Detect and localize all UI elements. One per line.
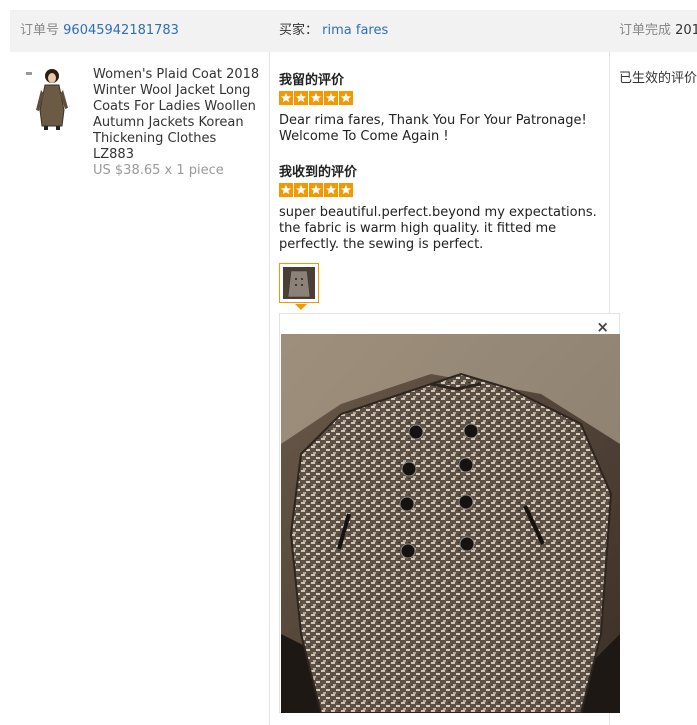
star-icon [294,91,308,105]
order-number-link[interactable]: 96045942181783 [63,23,179,38]
column-divider [269,52,270,725]
received-review-title: 我收到的评价 [279,165,358,180]
thumbnail-pointer [295,304,307,310]
order-number-group: 订单号 96045942181783 [20,10,179,52]
my-review-title: 我留的评价 [279,73,345,88]
review-photo-thumbnail[interactable] [279,263,319,303]
star-icon [339,183,353,197]
buyer-name-link[interactable]: rima fares [322,23,388,38]
star-icon [279,91,293,105]
buyer-group: 买家： rima fares [279,10,388,52]
star-icon [294,183,308,197]
star-icon [279,183,293,197]
buyer-label: 买家： [279,23,319,38]
product-title[interactable]: Women's Plaid Coat 2018 Winter Wool Jack… [93,67,261,163]
order-number-label: 订单号 [20,23,60,38]
order-status-group: 订单完成 201 [619,10,697,52]
order-header: 订单号 96045942181783 买家： rima fares 订单完成 2… [10,10,697,52]
product-price: US $38.65 x 1 piece [93,163,224,178]
review-photo-large [281,334,620,713]
star-icon [339,91,353,105]
my-review-stars [279,91,353,105]
star-icon [309,91,323,105]
received-review-text: super beautiful.perfect.beyond my expect… [279,205,597,252]
product-thumbnail[interactable] [24,68,74,130]
close-icon[interactable]: × [596,319,609,335]
order-status-value: 201 [675,23,697,38]
star-icon [324,91,338,105]
photo-viewer: × [279,313,620,713]
my-review-text: Dear rima fares, Thank You For Your Patr… [279,113,587,144]
received-review-stars [279,183,353,197]
star-icon [309,183,323,197]
coat-photo-icon [283,267,315,299]
star-icon [324,183,338,197]
review-photo-thumbnail-image [283,267,315,299]
review-status: 已生效的评价 [619,71,697,86]
order-status-label: 订单完成 [619,23,672,38]
